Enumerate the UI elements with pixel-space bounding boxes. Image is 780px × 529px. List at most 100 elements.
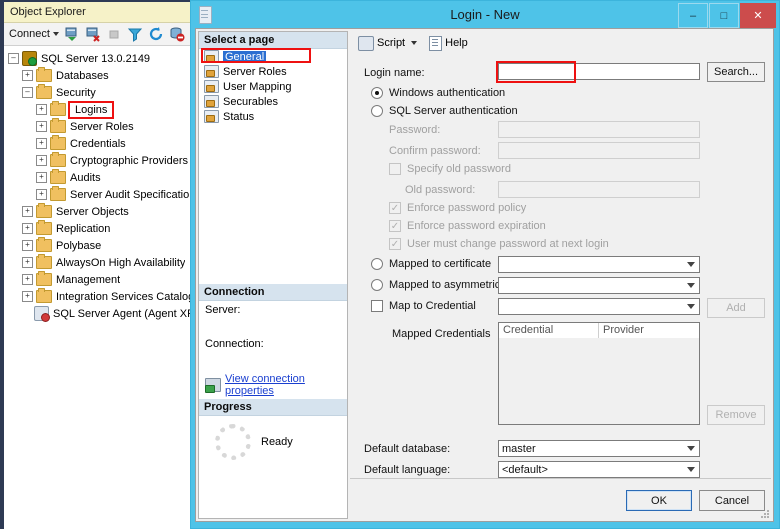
expand-icon[interactable]: + [22, 257, 33, 268]
expand-icon[interactable]: + [22, 274, 33, 285]
login-name-input[interactable] [498, 63, 700, 80]
mapped-credentials-label: Mapped Credentials [392, 328, 491, 340]
expand-icon[interactable]: + [36, 155, 47, 166]
map-to-credential-checkbox[interactable]: Map to Credential [371, 300, 476, 312]
tree-node[interactable]: + Cryptographic Providers [4, 152, 190, 169]
tree-node[interactable]: – SQL Server 13.0.2149 [4, 50, 190, 67]
object-explorer-title: Object Explorer [4, 2, 190, 23]
tree-node[interactable]: + Polybase [4, 237, 190, 254]
expand-icon[interactable]: + [36, 172, 47, 183]
tree-node[interactable]: + Management [4, 271, 190, 288]
page-list[interactable]: General Server Roles User Mapping Securable… [199, 48, 347, 124]
collapse-icon[interactable]: – [8, 53, 19, 64]
ok-button[interactable]: OK [626, 490, 692, 511]
tree-node[interactable]: – Security [4, 84, 190, 101]
minimize-button[interactable]: – [678, 3, 708, 28]
progress-section: Progress Ready [199, 399, 347, 460]
map-credential-check-icon[interactable] [371, 300, 383, 312]
windows-auth-radio-icon[interactable] [371, 87, 383, 99]
close-button[interactable]: ✕ [740, 3, 776, 28]
expand-icon[interactable]: + [36, 189, 47, 200]
page-item-server-roles[interactable]: Server Roles [199, 64, 347, 79]
grid-column-provider[interactable]: Provider [599, 323, 699, 338]
map-credential-combo[interactable] [498, 298, 700, 315]
tree-node[interactable]: + Server Objects [4, 203, 190, 220]
user-must-change-password-check-icon[interactable]: ✓ [389, 238, 401, 250]
expand-icon[interactable]: + [36, 138, 47, 149]
mapped-asymmetric-combo[interactable] [498, 277, 700, 294]
script-toolbar: Script Help [350, 31, 771, 56]
enforce-password-policy-check-icon[interactable]: ✓ [389, 202, 401, 214]
expand-icon[interactable]: + [22, 206, 33, 217]
server-label: Server: [205, 304, 241, 316]
chevron-down-icon [687, 304, 695, 309]
remove-credential-button[interactable]: Remove [707, 405, 765, 425]
search-button[interactable]: Search... [707, 62, 765, 82]
dialog-title-bar[interactable]: Login - New – □ ✕ [191, 1, 779, 28]
enforce-password-expiration-checkbox[interactable]: ✓ Enforce password expiration [389, 220, 546, 232]
enforce-password-expiration-check-icon[interactable]: ✓ [389, 220, 401, 232]
specify-old-password-checkbox[interactable]: Specify old password [389, 163, 511, 175]
refresh-icon[interactable] [148, 26, 164, 42]
tree-node[interactable]: + Databases [4, 67, 190, 84]
tree-node[interactable]: + Audits [4, 169, 190, 186]
add-credential-button[interactable]: Add [707, 298, 765, 318]
confirm-password-input[interactable] [498, 142, 700, 159]
page-icon [204, 110, 219, 123]
tree-node[interactable]: + Integration Services Catalogs [4, 288, 190, 305]
expand-icon[interactable]: + [22, 291, 33, 302]
expand-icon[interactable]: + [22, 223, 33, 234]
view-connection-properties-link[interactable]: View connection properties [225, 373, 341, 397]
tree-node[interactable]: + Replication [4, 220, 190, 237]
resize-grip[interactable] [759, 508, 769, 518]
cancel-button[interactable]: Cancel [699, 490, 765, 511]
script-chevron-down-icon[interactable] [411, 41, 418, 45]
tree-node[interactable]: + Server Roles [4, 118, 190, 135]
filter-icon[interactable] [127, 26, 143, 42]
enforce-password-policy-checkbox[interactable]: ✓ Enforce password policy [389, 202, 526, 214]
tree-node[interactable]: + Server Audit Specification [4, 186, 190, 203]
connect-dropdown-button[interactable]: Connect [9, 28, 59, 40]
help-button[interactable]: Help [429, 35, 468, 51]
default-database-combo[interactable]: master [498, 440, 700, 457]
tree-node[interactable]: + AlwaysOn High Availability [4, 254, 190, 271]
tree-node[interactable]: SQL Server Agent (Agent XPs [4, 305, 190, 322]
expand-icon[interactable]: + [22, 240, 33, 251]
view-connection-properties-row[interactable]: View connection properties [199, 369, 347, 401]
mapped-to-certificate-radio[interactable]: Mapped to certificate [371, 258, 491, 270]
mapped-asymmetric-radio-icon[interactable] [371, 279, 383, 291]
connect-server-icon[interactable] [64, 26, 80, 42]
page-item-user-mapping[interactable]: User Mapping [199, 79, 347, 94]
folder-icon [50, 118, 66, 133]
specify-old-password-check-icon[interactable] [389, 163, 401, 175]
page-item-securables[interactable]: Securables [199, 94, 347, 109]
tree-node[interactable]: + Credentials [4, 135, 190, 152]
expand-icon[interactable]: + [22, 70, 33, 81]
script-button[interactable]: Script [358, 35, 405, 51]
page-item-status[interactable]: Status [199, 109, 347, 124]
mapped-certificate-radio-icon[interactable] [371, 258, 383, 270]
expand-icon[interactable]: + [36, 104, 47, 115]
page-icon [204, 50, 219, 63]
grid-column-credential[interactable]: Credential [499, 323, 599, 338]
maximize-button[interactable]: □ [709, 3, 739, 28]
chevron-down-icon [687, 446, 695, 451]
collapse-icon[interactable]: – [22, 87, 33, 98]
page-item-general[interactable]: General [199, 48, 347, 64]
object-explorer-tree[interactable]: – SQL Server 13.0.2149 + Databases – Security… [4, 46, 190, 322]
old-password-input[interactable] [498, 181, 700, 198]
sql-server-authentication-radio[interactable]: SQL Server authentication [371, 105, 518, 117]
tree-node[interactable]: + Logins [4, 100, 190, 119]
disconnect-server-icon[interactable] [85, 26, 101, 42]
tree-node-label: Audits [70, 171, 101, 184]
password-input[interactable] [498, 121, 700, 138]
disconnect-all-icon[interactable] [169, 26, 185, 42]
tree-node-label: Replication [56, 222, 111, 235]
user-must-change-password-checkbox[interactable]: ✓ User must change password at next logi… [389, 238, 609, 250]
default-language-combo[interactable]: <default> [498, 461, 700, 478]
expand-icon[interactable]: + [36, 121, 47, 132]
mapped-certificate-combo[interactable] [498, 256, 700, 273]
mapped-credentials-grid[interactable]: Credential Provider [498, 322, 700, 425]
windows-authentication-radio[interactable]: Windows authentication [371, 87, 505, 99]
sql-auth-radio-icon[interactable] [371, 105, 383, 117]
